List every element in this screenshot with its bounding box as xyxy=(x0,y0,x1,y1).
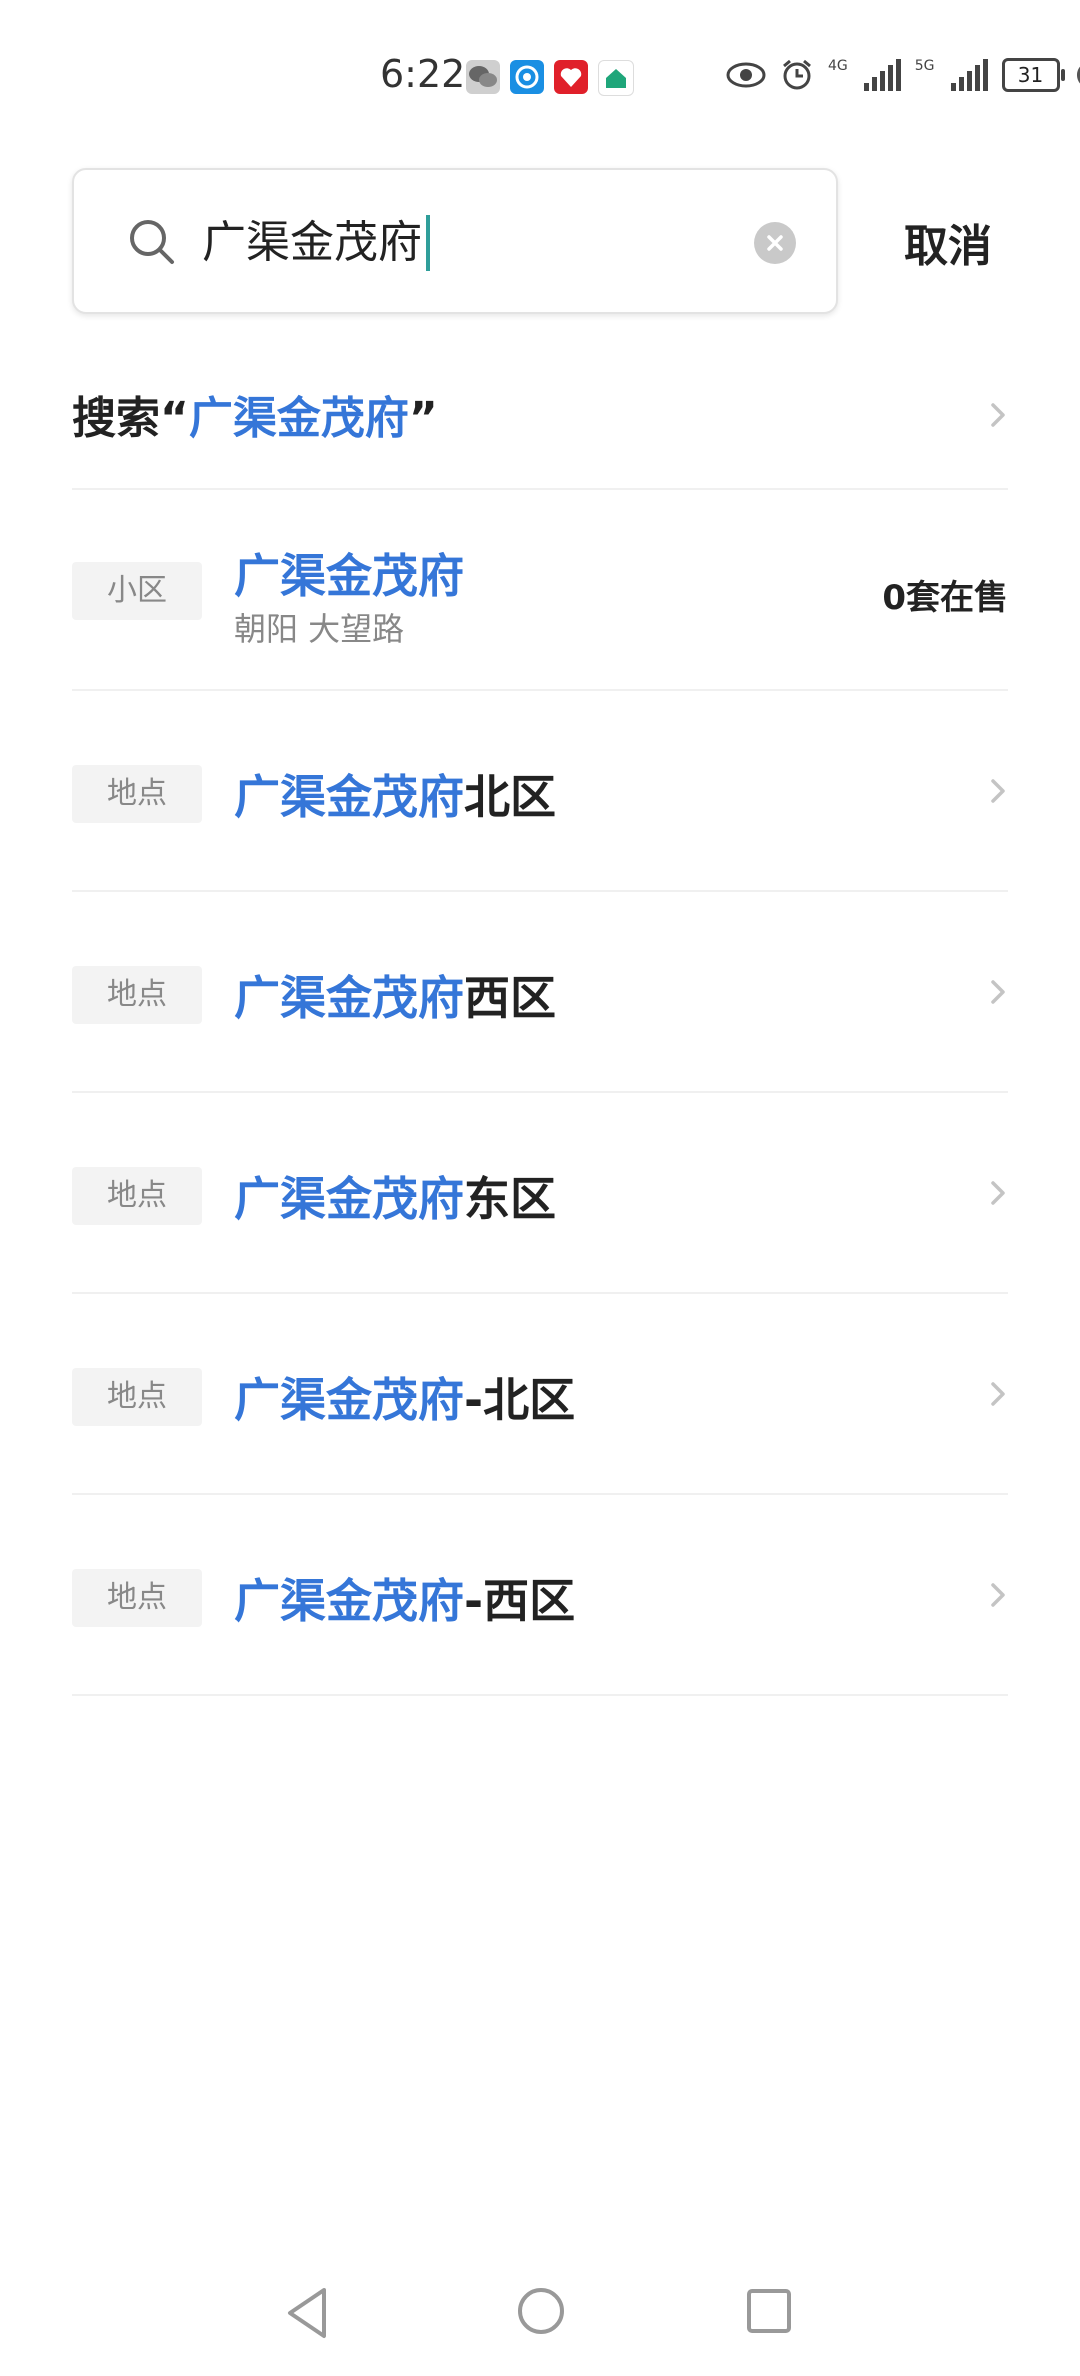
result-title: 广渠金茂府东区 xyxy=(234,1163,556,1229)
chevron-right-icon xyxy=(991,1382,1005,1406)
result-title-rest: 西区 xyxy=(464,971,556,1025)
network-5g-label: 5G xyxy=(914,58,935,74)
home-icon[interactable] xyxy=(516,2286,566,2336)
result-tag: 地点 xyxy=(72,1368,202,1426)
search-for-prefix: 搜索“ xyxy=(72,393,189,444)
eye-icon xyxy=(726,62,766,88)
signal-5g-icon xyxy=(950,59,988,91)
status-app-icons xyxy=(466,60,634,96)
alarm-icon xyxy=(783,59,811,90)
search-input[interactable]: 广渠金茂府 xyxy=(202,206,430,280)
result-title: 广渠金茂府-北区 xyxy=(234,1364,575,1430)
result-title-highlight: 广渠金茂府 xyxy=(234,770,464,824)
battery-icon: 31 xyxy=(1001,58,1065,92)
result-row[interactable]: 地点 广渠金茂府-北区 xyxy=(72,1294,1008,1495)
search-for-row[interactable]: 搜索“广渠金茂府” xyxy=(72,340,1008,490)
result-title: 广渠金茂府-西区 xyxy=(234,1565,575,1631)
result-title-rest: 北区 xyxy=(464,770,556,824)
wechat-icon xyxy=(466,60,500,94)
result-title-highlight: 广渠金茂府 xyxy=(234,971,464,1025)
text-cursor xyxy=(426,215,430,271)
result-title-highlight: 广渠金茂府 xyxy=(234,1373,464,1427)
result-tag: 地点 xyxy=(72,765,202,823)
chevron-right-icon xyxy=(991,779,1005,803)
result-title-highlight: 广渠金茂府 xyxy=(234,1172,464,1226)
result-row[interactable]: 地点 广渠金茂府北区 xyxy=(72,691,1008,892)
clear-icon[interactable] xyxy=(754,222,796,264)
search-box[interactable]: 广渠金茂府 xyxy=(72,168,838,314)
status-time: 6:22 xyxy=(380,52,466,96)
result-title: 广渠金茂府西区 xyxy=(234,962,556,1028)
search-for-text: 搜索“广渠金茂府” xyxy=(72,382,438,446)
search-for-suffix: ” xyxy=(408,393,438,444)
result-row[interactable]: 地点 广渠金茂府-西区 xyxy=(72,1495,1008,1696)
back-icon[interactable] xyxy=(284,2286,332,2340)
result-row[interactable]: 地点 广渠金茂府西区 xyxy=(72,892,1008,1093)
network-4g-label: 4G xyxy=(828,58,848,74)
result-tag: 地点 xyxy=(72,1167,202,1225)
result-title: 广渠金茂府北区 xyxy=(234,761,556,827)
chevron-right-icon xyxy=(991,1583,1005,1607)
result-title-highlight: 广渠金茂府 xyxy=(234,549,464,603)
result-tag: 地点 xyxy=(72,966,202,1024)
result-subtitle: 朝阳 大望路 xyxy=(234,610,405,648)
result-title-rest: -北区 xyxy=(464,1373,576,1427)
result-title: 广渠金茂府 xyxy=(234,540,464,606)
home-app-icon xyxy=(598,60,634,96)
result-title-rest: -西区 xyxy=(464,1574,576,1628)
recents-icon[interactable] xyxy=(746,2288,792,2334)
result-tag: 小区 xyxy=(72,562,202,620)
result-title-rest: 东区 xyxy=(464,1172,556,1226)
search-icon xyxy=(130,220,174,264)
chevron-right-icon xyxy=(991,980,1005,1004)
status-right-icons: 4G 5G 31 xyxy=(726,58,1080,92)
app-c-icon xyxy=(510,60,544,94)
search-for-keyword: 广渠金茂府 xyxy=(188,393,409,444)
navigation-bar xyxy=(0,2250,1080,2376)
result-row[interactable]: 小区 广渠金茂府 朝阳 大望路 0套在售 xyxy=(72,490,1008,691)
leaf-icon xyxy=(1076,66,1080,84)
result-tag: 地点 xyxy=(72,1569,202,1627)
chevron-right-icon xyxy=(991,1181,1005,1205)
search-query-text: 广渠金茂府 xyxy=(202,217,422,268)
app-red-icon xyxy=(554,60,588,94)
signal-4g-icon xyxy=(863,59,901,91)
cancel-button[interactable]: 取消 xyxy=(904,210,992,274)
chevron-right-icon xyxy=(991,403,1005,427)
result-count: 0套在售 xyxy=(882,578,1008,618)
result-title-highlight: 广渠金茂府 xyxy=(234,1574,464,1628)
result-row[interactable]: 地点 广渠金茂府东区 xyxy=(72,1093,1008,1294)
status-bar: 6:22 4G 5G 31 xyxy=(0,0,1080,150)
